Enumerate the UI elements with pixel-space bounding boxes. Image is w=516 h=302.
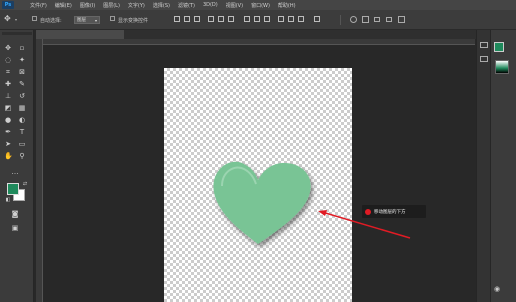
annotation-arrows [318,210,509,301]
annotation-arrowhead [318,210,327,216]
color-picker-field[interactable] [495,60,509,74]
collapsed-panel-strip [476,30,490,302]
red-dot-icon [365,208,371,215]
right-panel: ◉ [490,30,516,302]
color-panel-swatch[interactable] [494,42,504,52]
eye-icon[interactable]: ◉ [494,285,500,293]
history-panel-icon[interactable] [480,42,488,48]
annotation-callout: 移动图层的下方 [362,205,426,218]
annotation-text: 移动图层的下方 [374,209,406,215]
properties-panel-icon[interactable] [480,56,488,62]
foreground-color-swatch[interactable] [7,183,19,195]
